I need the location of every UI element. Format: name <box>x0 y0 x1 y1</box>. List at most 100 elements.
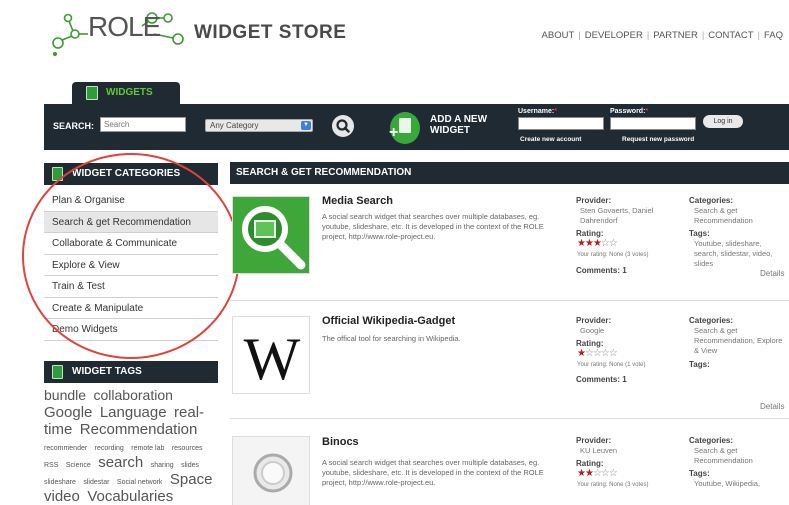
tab-widgets-label: WIDGETS <box>106 87 153 98</box>
svg-text:W: W <box>244 326 301 392</box>
tag-link[interactable]: remote lab <box>131 445 164 452</box>
star-empty-icon[interactable]: ☆ <box>609 348 618 359</box>
create-account-link[interactable]: Create new account <box>520 136 581 143</box>
nav-developer[interactable]: DEVELOPER <box>585 30 643 41</box>
password-label: Password:* <box>610 108 649 115</box>
nav-contact[interactable]: CONTACT <box>708 30 753 41</box>
sidebar-item-collaborate[interactable]: Collaborate & Communicate <box>44 233 218 255</box>
tag-link[interactable]: slideshare <box>44 479 76 486</box>
tag-link[interactable]: video <box>44 488 80 505</box>
widget-title[interactable]: Media Search <box>322 195 393 207</box>
tag-link[interactable]: bundle <box>44 387 86 403</box>
star-empty-icon[interactable]: ☆ <box>609 468 618 479</box>
divider <box>230 418 789 419</box>
widget-icon <box>52 365 63 379</box>
add-widget-label: ADD A NEW WIDGET <box>430 114 488 136</box>
star-filled-icon[interactable]: ★ <box>585 468 594 479</box>
widget-thumbnail[interactable]: W <box>232 316 310 394</box>
widget-title[interactable]: Binocs <box>322 436 359 448</box>
categories-value: Search & get Recommendation, Explore & V… <box>694 326 783 355</box>
star-filled-icon[interactable]: ★ <box>577 348 586 359</box>
sidebar-item-plan-organise[interactable]: Plan & Organise <box>44 190 218 212</box>
star-filled-icon[interactable]: ★ <box>577 238 586 249</box>
star-empty-icon[interactable]: ☆ <box>593 468 602 479</box>
vote-count: Your rating: None (3 votes) <box>577 252 649 258</box>
star-filled-icon[interactable]: ★ <box>593 238 602 249</box>
star-empty-icon[interactable]: ☆ <box>593 348 602 359</box>
widget-thumbnail[interactable] <box>232 436 310 505</box>
tag-link[interactable]: resources <box>172 445 203 452</box>
tag-link[interactable]: collaboration <box>94 387 173 403</box>
tag-link[interactable]: Language <box>100 404 167 421</box>
nav-partner[interactable]: PARTNER <box>653 30 698 41</box>
tag-link[interactable]: Vocabularies <box>87 488 173 505</box>
sidebar-item-search-recommendation[interactable]: Search & get Recommendation <box>44 211 218 233</box>
star-filled-icon[interactable]: ★ <box>577 468 586 479</box>
vote-count: Your rating: None (1 vote) <box>577 362 646 368</box>
details-link[interactable]: Details <box>760 269 784 278</box>
rating-stars[interactable]: ★★☆☆☆ <box>577 468 618 479</box>
rating-label: Rating: <box>576 459 604 468</box>
tag-link[interactable]: Science <box>66 462 91 469</box>
widget-tags-title: WIDGET TAGS <box>72 366 142 377</box>
tag-link[interactable]: slides <box>181 462 199 469</box>
tag-link[interactable]: Space <box>170 471 213 488</box>
widget-categories-title: WIDGET CATEGORIES <box>72 168 181 179</box>
username-label: Username:* <box>518 108 557 115</box>
provider-value: KU Leuven <box>580 446 618 455</box>
tag-link[interactable]: Recommendation <box>80 421 198 438</box>
category-select[interactable]: Any Category ▼ <box>205 119 313 132</box>
tag-link[interactable]: Google <box>44 404 92 421</box>
tag-link[interactable]: search <box>98 454 143 471</box>
rating-label: Rating: <box>576 229 604 238</box>
nav-faq[interactable]: FAQ <box>764 30 783 41</box>
star-empty-icon[interactable]: ☆ <box>601 238 610 249</box>
password-field[interactable] <box>610 117 696 130</box>
role-logo[interactable]: ROLE WIDGET STORE <box>42 4 346 64</box>
search-input[interactable] <box>100 117 186 132</box>
categories-value: Search & get Recommendation <box>694 446 753 465</box>
tag-link[interactable]: slidestar <box>83 479 109 486</box>
rating-stars[interactable]: ★★★☆☆ <box>577 238 618 249</box>
login-button[interactable]: Log in <box>703 115 743 128</box>
star-empty-icon[interactable]: ☆ <box>601 468 610 479</box>
widget-title[interactable]: Official Wikipedia-Gadget <box>322 315 455 327</box>
sidebar-item-explore-view[interactable]: Explore & View <box>44 254 218 276</box>
sidebar-item-create-manipulate[interactable]: Create & Manipulate <box>44 297 218 319</box>
search-button[interactable] <box>332 115 354 137</box>
sidebar-item-demo-widgets[interactable]: Demo Widgets <box>44 319 218 341</box>
nav-about[interactable]: ABOUT <box>542 30 575 41</box>
star-empty-icon[interactable]: ☆ <box>601 348 610 359</box>
categories-label: Categories: <box>689 316 734 325</box>
widget-categories-header: WIDGET CATEGORIES <box>44 163 218 185</box>
star-empty-icon[interactable]: ☆ <box>585 348 594 359</box>
nav-separator: | <box>646 30 650 41</box>
tag-link[interactable]: sharing <box>151 462 174 469</box>
provider-value: Google <box>580 326 605 335</box>
provider-label: Provider: <box>576 436 612 445</box>
logo-text: ROLE <box>88 11 161 42</box>
star-empty-icon[interactable]: ☆ <box>609 238 618 249</box>
wikipedia-icon: W <box>244 326 301 392</box>
rating-stars[interactable]: ★☆☆☆☆ <box>577 348 618 359</box>
widget-description: A social search widget that searches ove… <box>322 212 544 241</box>
category-list: Plan & Organise Search & get Recommendat… <box>44 190 218 341</box>
add-widget-icon <box>389 112 420 144</box>
categories-value: Search & get Recommendation <box>694 206 753 225</box>
request-password-link[interactable]: Request new password <box>622 136 694 143</box>
widget-thumbnail[interactable] <box>232 196 310 274</box>
sidebar-item-train-test[interactable]: Train & Test <box>44 276 218 298</box>
widget-description: A social search widget that searches ove… <box>322 458 544 487</box>
provider-label: Provider: <box>576 196 612 205</box>
star-filled-icon[interactable]: ★ <box>585 238 594 249</box>
tag-link[interactable]: recommender <box>44 445 87 452</box>
username-field[interactable] <box>518 117 604 130</box>
tag-link[interactable]: Social network <box>117 479 163 486</box>
section-title: SEARCH & GET RECOMMENDATION <box>230 162 789 184</box>
categories-label: Categories: <box>689 436 734 445</box>
tag-link[interactable]: recording <box>95 445 124 452</box>
tab-widgets[interactable]: WIDGETS <box>72 82 180 104</box>
tag-link[interactable]: RSS <box>44 462 58 469</box>
add-widget-button[interactable]: ADD A NEW WIDGET <box>389 110 510 146</box>
details-link[interactable]: Details <box>760 402 784 411</box>
